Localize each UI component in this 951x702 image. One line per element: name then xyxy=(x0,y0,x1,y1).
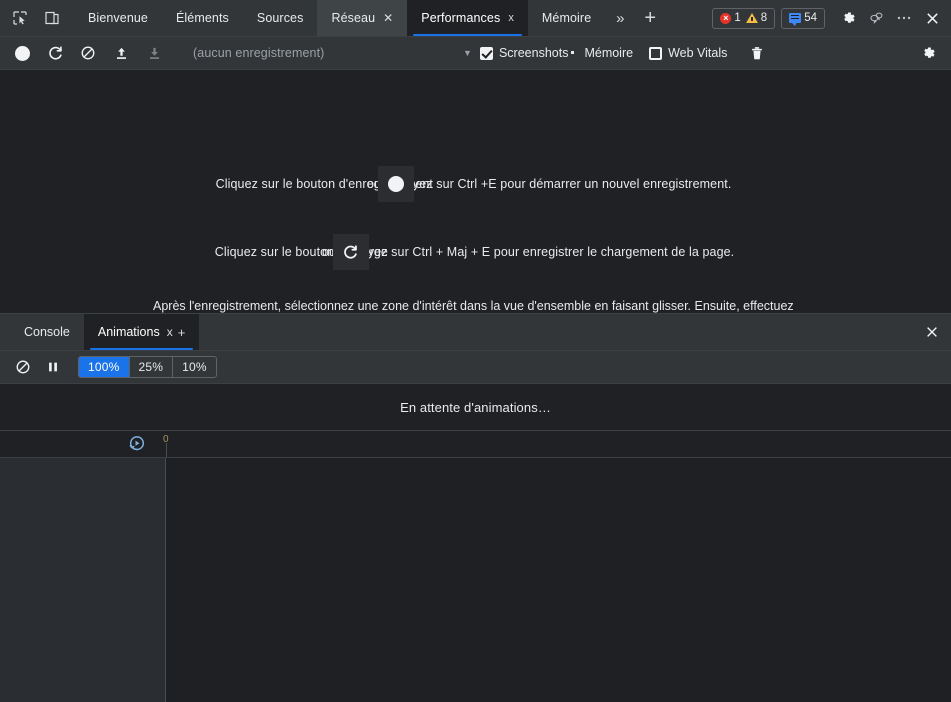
instruction-paragraph: Après l'enregistrement, sélectionnez une… xyxy=(153,297,798,313)
animations-list-pane[interactable] xyxy=(0,458,166,702)
clear-button[interactable] xyxy=(74,40,102,66)
tab-close-icon[interactable]: x xyxy=(508,12,514,24)
chevron-double-right-icon[interactable]: » xyxy=(605,0,635,36)
memory-label: Mémoire xyxy=(584,46,634,60)
tab-elements[interactable]: Éléments xyxy=(162,0,243,36)
web-vitals-label: Web Vitals xyxy=(668,46,728,60)
drawer-tab-plus-icon[interactable]: + xyxy=(178,325,186,340)
instruction-reload-suffix: ou appuyez sur Ctrl + Maj + E pour enreg… xyxy=(321,245,735,259)
dirty-indicator-dot xyxy=(571,51,575,54)
speed-25-button[interactable]: 25% xyxy=(130,357,174,377)
timeline-divider xyxy=(166,443,167,457)
screenshots-label: Screenshots xyxy=(499,46,575,60)
devtools-window: Bienvenue Éléments Sources Réseau ✕ Perf… xyxy=(0,0,951,702)
drawer-tab-close-icon[interactable]: x xyxy=(167,325,173,339)
tabbar-right-area: × 1 8 54 xyxy=(712,0,951,36)
tab-sources[interactable]: Sources xyxy=(243,0,318,36)
animations-empty-message: En attente d'animations… xyxy=(0,384,951,431)
gear-icon[interactable] xyxy=(835,5,861,31)
record-circle-icon[interactable] xyxy=(378,166,415,202)
tab-label: Mémoire xyxy=(541,11,592,25)
screenshots-checkbox[interactable]: Screenshots xyxy=(479,46,575,60)
tab-memoire[interactable]: Mémoire xyxy=(528,0,605,36)
save-profile-button[interactable] xyxy=(140,40,168,66)
more-options-icon[interactable] xyxy=(891,5,917,31)
tab-performances[interactable]: Performances x xyxy=(407,0,528,36)
tab-label: Éléments xyxy=(175,11,229,25)
instruction-record-suffix: ou appuyez sur Ctrl +E pour démarrer un … xyxy=(367,177,732,191)
tab-label: Performances xyxy=(421,11,501,25)
warning-count: 8 xyxy=(760,12,768,24)
gear-icon[interactable] xyxy=(915,40,943,66)
message-icon xyxy=(789,13,802,26)
tab-list: Bienvenue Éléments Sources Réseau ✕ Perf… xyxy=(74,0,665,36)
error-count: 1 xyxy=(734,12,741,24)
memory-option[interactable]: Mémoire xyxy=(584,46,633,60)
recording-status-text: (aucun enregistrement) xyxy=(193,46,325,60)
drawer-close-icon[interactable] xyxy=(913,314,951,350)
trash-icon[interactable] xyxy=(743,40,771,66)
animations-timeline-pane[interactable] xyxy=(166,458,951,702)
speed-10-button[interactable]: 10% xyxy=(173,357,216,377)
warning-icon xyxy=(745,13,758,23)
devtools-drawer: Console Animations x + 100% 25% 10% En a… xyxy=(0,313,951,702)
checkbox-unchecked-icon xyxy=(649,46,663,60)
reload-icon[interactable] xyxy=(332,234,369,270)
close-devtools-icon[interactable] xyxy=(919,5,945,31)
animations-toolbar: 100% 25% 10% xyxy=(0,351,951,384)
tab-label: Bienvenue xyxy=(88,11,148,25)
drawer-tab-label: Console xyxy=(24,325,70,339)
drawer-tab-animations[interactable]: Animations x + xyxy=(83,314,200,350)
instruction-paragraph-text: Après l'enregistrement, sélectionnez une… xyxy=(153,299,794,313)
landing-instructions: Cliquez sur le bouton d'enregistrement o… xyxy=(0,166,951,313)
load-profile-button[interactable] xyxy=(107,40,135,66)
message-count: 54 xyxy=(804,12,817,24)
instruction-line-reload: Cliquez sur le bouton recharge ou appuye… xyxy=(0,234,951,270)
web-vitals-checkbox[interactable]: Web Vitals xyxy=(649,46,727,60)
error-counter[interactable]: × 1 xyxy=(720,12,741,24)
drawer-tab-label: Animations xyxy=(97,325,160,339)
checkbox-checked-icon xyxy=(479,46,493,60)
chevron-down-icon[interactable]: ▼ xyxy=(463,48,472,58)
animations-body xyxy=(0,458,951,702)
reload-and-record-button[interactable] xyxy=(41,40,69,66)
plus-icon[interactable]: + xyxy=(635,0,665,36)
warning-counter[interactable]: 8 xyxy=(745,12,768,24)
tab-label: Réseau xyxy=(331,11,376,25)
issue-counters: × 1 8 54 xyxy=(712,7,825,29)
message-counter[interactable]: 54 xyxy=(781,7,825,29)
performance-toolbar-right xyxy=(915,40,951,66)
tab-close-icon[interactable]: ✕ xyxy=(383,12,393,24)
animations-timeline-ruler[interactable]: 0 xyxy=(0,431,951,458)
record-circle-icon xyxy=(14,45,30,61)
error-icon: × xyxy=(720,12,732,24)
drawer-tabbar: Console Animations x + xyxy=(0,314,951,351)
tab-label: Sources xyxy=(256,11,304,25)
clear-animations-button[interactable] xyxy=(8,354,38,380)
tab-reseau[interactable]: Réseau ✕ xyxy=(317,0,408,36)
tab-bienvenue[interactable]: Bienvenue xyxy=(74,0,162,36)
devtools-tabbar: Bienvenue Éléments Sources Réseau ✕ Perf… xyxy=(0,0,951,37)
performance-toolbar: (aucun enregistrement) ▼ Screenshots Mém… xyxy=(0,37,951,70)
instruction-line-record: Cliquez sur le bouton d'enregistrement o… xyxy=(0,166,951,202)
playback-speed-group: 100% 25% 10% xyxy=(78,356,217,378)
tabbar-left-icons xyxy=(0,0,66,36)
device-toolbar-icon[interactable] xyxy=(38,4,66,32)
pause-animations-button[interactable] xyxy=(38,354,68,380)
error-warning-counter[interactable]: × 1 8 xyxy=(712,7,776,29)
inspect-element-icon[interactable] xyxy=(6,4,34,32)
replay-play-icon[interactable] xyxy=(127,434,147,454)
drawer-tab-console[interactable]: Console xyxy=(10,314,84,350)
performance-landing-panel: Cliquez sur le bouton d'enregistrement o… xyxy=(0,70,951,313)
speed-100-button[interactable]: 100% xyxy=(79,357,130,377)
record-button[interactable] xyxy=(8,40,36,66)
feedback-icon[interactable] xyxy=(863,5,889,31)
